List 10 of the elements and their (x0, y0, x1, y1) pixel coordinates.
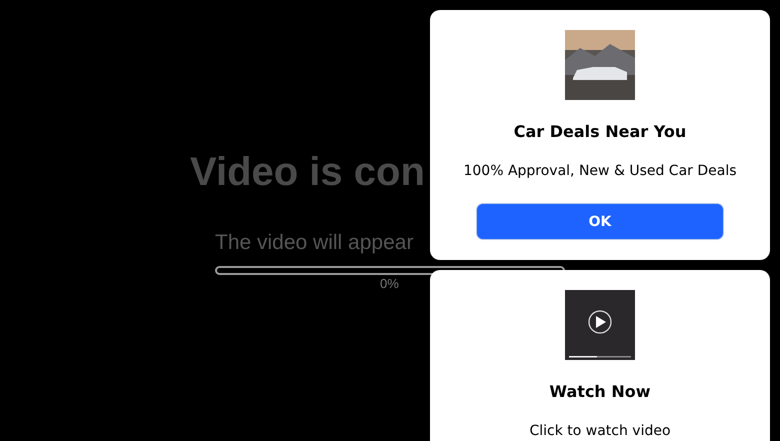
popup-title: Car Deals Near You (514, 122, 686, 142)
popup-text: Click to watch video (529, 422, 671, 440)
car-photo-placeholder (565, 30, 635, 100)
ok-button[interactable]: OK (476, 203, 724, 240)
page-subtitle: The video will appear (215, 230, 414, 256)
progress-reading: 0% (380, 276, 399, 291)
popup-title: Watch Now (549, 382, 651, 402)
popup-text: 100% Approval, New & Used Car Deals (463, 162, 737, 180)
video-thumbnail[interactable] (565, 290, 635, 360)
page-title: Video is con (190, 149, 425, 196)
